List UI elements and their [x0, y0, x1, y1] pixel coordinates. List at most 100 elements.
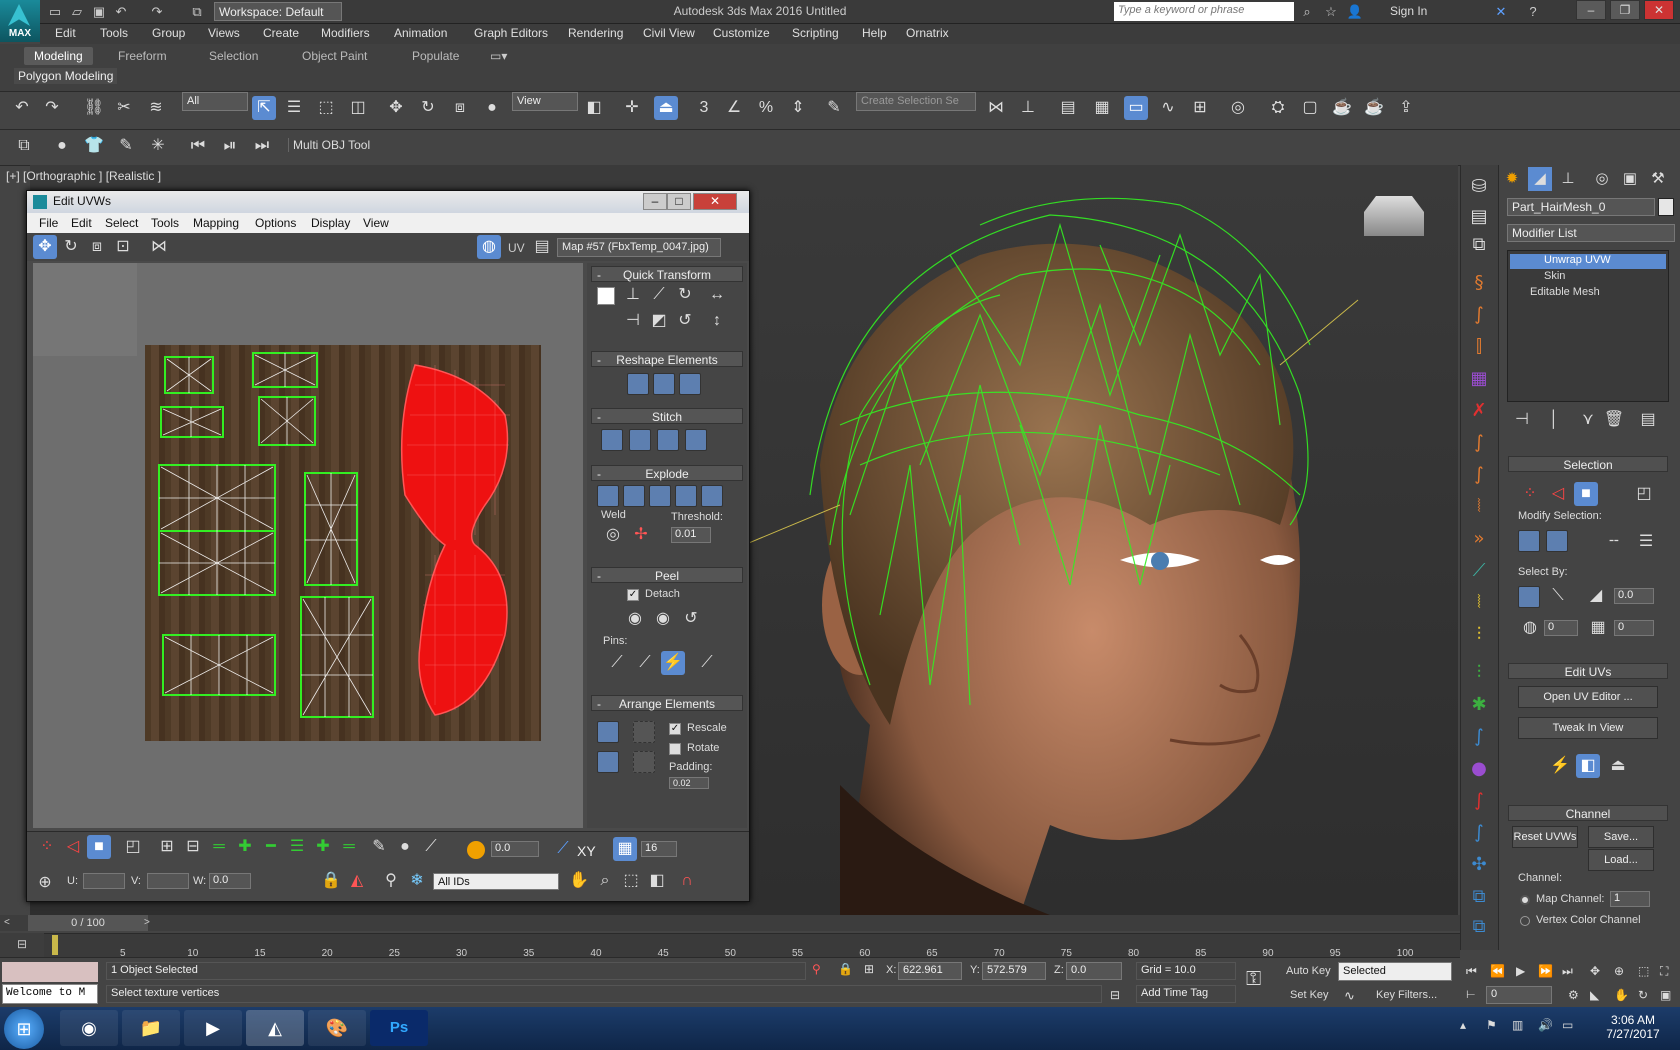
ids-dropdown[interactable]: All IDs: [433, 873, 559, 890]
sphere-icon[interactable]: ●: [50, 134, 74, 158]
space-vertical-icon[interactable]: ↕: [705, 309, 729, 333]
uv-menu-edit[interactable]: Edit: [71, 216, 92, 230]
action-center-icon[interactable]: ⚑: [1486, 1018, 1497, 1032]
exchange-icon[interactable]: ✕: [1492, 3, 1510, 21]
pack-uniform-icon[interactable]: [633, 751, 655, 773]
reference-coordinate-dropdown[interactable]: View: [512, 92, 578, 111]
unpin-icon[interactable]: ⟋: [633, 651, 657, 675]
maxscript-welcome[interactable]: Welcome to M: [2, 984, 98, 1004]
zoom-extents-all-icon[interactable]: ⬚: [1638, 964, 1649, 978]
map-channel-radio[interactable]: [1520, 895, 1530, 905]
menu-edit[interactable]: Edit: [55, 26, 76, 40]
place-icon[interactable]: ●: [480, 96, 504, 120]
uv-menu-view[interactable]: View: [363, 216, 389, 230]
stitch-to-target-icon[interactable]: [629, 429, 651, 451]
vertex-select-icon[interactable]: ⁘: [35, 835, 59, 859]
menu-ornatrix[interactable]: Ornatrix: [906, 26, 949, 40]
uv-menu-display[interactable]: Display: [311, 216, 350, 230]
stitch-source-icon[interactable]: [685, 429, 707, 451]
make-unique-icon[interactable]: ⋎: [1576, 408, 1600, 432]
snaps-toggle-icon[interactable]: 3: [692, 96, 716, 120]
tab-object-paint[interactable]: Object Paint: [292, 47, 377, 65]
ring-icon[interactable]: ✚: [311, 835, 335, 859]
rect-selection-icon[interactable]: ⬚: [314, 96, 338, 120]
menu-modifiers[interactable]: Modifiers: [321, 26, 370, 40]
detach-edge-icon[interactable]: [623, 485, 645, 507]
angle-snap-icon[interactable]: ∠: [722, 96, 746, 120]
ring-grow-icon[interactable]: ✚: [233, 835, 257, 859]
save-icon[interactable]: ▣: [90, 3, 108, 21]
goto-end-icon[interactable]: ⏭: [1562, 964, 1573, 979]
auto-key-button[interactable]: Auto Key: [1286, 965, 1331, 977]
menu-rendering[interactable]: Rendering: [568, 26, 623, 40]
element-mode-icon[interactable]: ◰: [1632, 482, 1656, 506]
frame-indicator[interactable]: 0 / 100: [28, 915, 148, 931]
modifier-list-dropdown[interactable]: Modifier List: [1507, 224, 1675, 242]
fov-icon[interactable]: ◣: [1590, 988, 1599, 1002]
new-icon[interactable]: ▭: [46, 3, 64, 21]
straighten-icon[interactable]: ◩: [647, 309, 671, 333]
redo-icon[interactable]: ↷: [148, 3, 166, 21]
loop-icon[interactable]: ═: [207, 835, 231, 859]
select-by-name-icon[interactable]: ☰: [282, 96, 306, 120]
loop-shrink-icon[interactable]: ═: [337, 835, 361, 859]
grow-selection-icon[interactable]: ⊞: [155, 835, 179, 859]
uv-menu-file[interactable]: File: [39, 216, 58, 230]
link-icon[interactable]: ⛓: [82, 96, 106, 120]
pan-icon[interactable]: ✋: [567, 869, 591, 893]
configure-modifier-sets-icon[interactable]: ▤: [1636, 408, 1660, 432]
pack-normalize-icon[interactable]: [597, 721, 619, 743]
uv-menu-select[interactable]: Select: [105, 216, 138, 230]
menu-graph-editors[interactable]: Graph Editors: [474, 26, 548, 40]
tab-freeform[interactable]: Freeform: [108, 47, 177, 65]
spinner-snap-icon[interactable]: ⇕: [786, 96, 810, 120]
vertex-color-radio[interactable]: [1520, 916, 1530, 926]
arrange-elements-rollout[interactable]: Arrange Elements: [591, 695, 743, 712]
vertex-mode-icon[interactable]: ⁘: [1518, 482, 1542, 506]
playback-end-icon[interactable]: ⏭: [250, 134, 274, 158]
photoshop-icon[interactable]: Ps: [370, 1010, 428, 1046]
stitch-average-icon[interactable]: [657, 429, 679, 451]
menu-scripting[interactable]: Scripting: [792, 26, 839, 40]
display-map-icon[interactable]: ◧: [1576, 754, 1600, 778]
quick-planar-icon[interactable]: ⚡: [1548, 754, 1572, 778]
redo-icon[interactable]: ↷: [40, 96, 64, 120]
uv-shells[interactable]: [145, 345, 541, 741]
pack-together-icon[interactable]: [597, 751, 619, 773]
flatten-by-smoothing-icon[interactable]: [675, 485, 697, 507]
planar-angle-icon[interactable]: ⟍: [1546, 584, 1570, 608]
filter-icon[interactable]: ❄: [405, 869, 429, 893]
prev-frame-icon[interactable]: ⏪: [1490, 964, 1505, 978]
paint-shrink-icon[interactable]: ⟋: [419, 835, 443, 859]
ribbon-panel-polygon-modeling[interactable]: Polygon Modeling: [14, 68, 118, 84]
lock-selection-icon[interactable]: 🔒: [319, 869, 343, 893]
element-select-icon[interactable]: ◰: [121, 835, 145, 859]
paint-select-icon[interactable]: ✎: [367, 835, 391, 859]
menu-group[interactable]: Group: [152, 26, 185, 40]
scene-object-icon[interactable]: ⧉: [12, 134, 36, 158]
named-selection-dropdown[interactable]: Create Selection Se: [856, 92, 976, 111]
xy-label[interactable]: XY: [577, 843, 596, 859]
layer-manager-icon[interactable]: ▤: [1056, 96, 1080, 120]
load-button[interactable]: Load...: [1588, 849, 1654, 871]
align-icon[interactable]: ⊥: [1016, 96, 1040, 120]
smoothing-field[interactable]: 0: [1614, 620, 1654, 636]
space-horizontal-icon[interactable]: ↔: [705, 283, 729, 307]
rotate-neg-90-icon[interactable]: ↺: [673, 309, 697, 333]
render-iterative-icon[interactable]: ☕: [1362, 96, 1386, 120]
undo-icon[interactable]: ↶: [112, 3, 130, 21]
menu-civil-view[interactable]: Civil View: [643, 26, 695, 40]
media-player-icon[interactable]: ▶: [184, 1010, 242, 1046]
orbit-icon[interactable]: ⊕: [1614, 964, 1624, 978]
uv-options-icon[interactable]: ▤: [530, 235, 554, 259]
tweak-in-view-button[interactable]: Tweak In View: [1518, 717, 1658, 739]
menu-create[interactable]: Create: [263, 26, 299, 40]
hide-icon[interactable]: ◭: [345, 869, 369, 893]
current-frame-marker[interactable]: [52, 935, 58, 955]
stack-item-unwrap-uvw[interactable]: Unwrap UVW: [1510, 254, 1666, 269]
save-button[interactable]: Save...: [1588, 826, 1654, 848]
w-field[interactable]: 0.0: [209, 873, 251, 889]
padding-field[interactable]: 0.02: [669, 777, 709, 789]
auto-pin-icon[interactable]: ⚡: [661, 651, 685, 675]
relax-settings-icon[interactable]: [679, 373, 701, 395]
